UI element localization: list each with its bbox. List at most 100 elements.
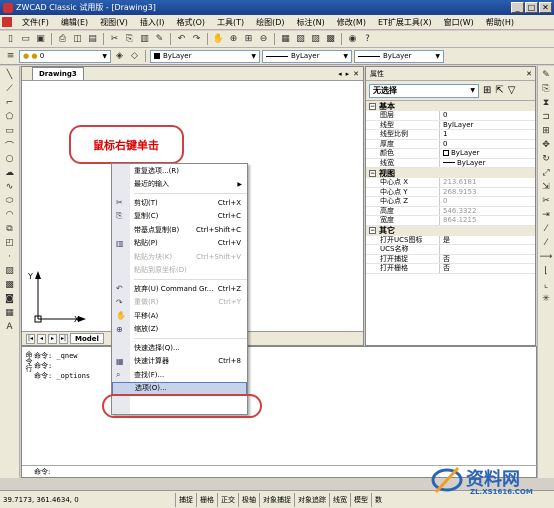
chamfer-icon[interactable]: ⌊ [539, 265, 553, 277]
extend-icon[interactable]: ⇥ [539, 209, 553, 221]
fillet-icon[interactable]: ⌞ [539, 279, 553, 291]
osnap-toggle[interactable]: 对象捕捉 [259, 492, 294, 507]
context-menu-item[interactable]: 粘贴到原坐标(D) [112, 264, 247, 278]
model-toggle[interactable]: 模型 [350, 492, 371, 507]
copy-object-icon[interactable]: ⎘ [539, 83, 553, 95]
palette-close-icon[interactable]: ✕ [526, 70, 535, 78]
otrack-toggle[interactable]: 对象追踪 [294, 492, 329, 507]
menu-help[interactable]: 帮助(H) [480, 17, 520, 28]
doc-menu-icon[interactable] [2, 17, 12, 27]
region-icon[interactable]: ◙ [3, 293, 17, 305]
linetype-combo[interactable]: ByLayer ▼ [262, 49, 352, 63]
break-point-icon[interactable]: ⁄ [539, 223, 553, 235]
select-objects-icon[interactable]: ⇱ [495, 85, 503, 96]
explode-icon[interactable]: ✳ [539, 293, 553, 305]
toggle-pickadd-icon[interactable]: ⊞ [483, 85, 491, 96]
zoom-window-icon[interactable]: ⊞ [242, 33, 255, 46]
context-menu-item[interactable]: 粘贴为块(K) Ctrl+Shift+V [112, 250, 247, 264]
erase-icon[interactable]: ✎ [539, 69, 553, 81]
prop-row[interactable]: 打开栅格否 [366, 264, 535, 274]
menu-format[interactable]: 格式(O) [170, 17, 211, 28]
polygon-icon[interactable]: ⬠ [3, 111, 17, 123]
mirror-icon[interactable]: ⧗ [539, 97, 553, 109]
prev-tab-icon[interactable]: ◂ [37, 333, 46, 344]
gradient-icon[interactable]: ▩ [3, 279, 17, 291]
context-menu-item[interactable]: ▦ 快速计算器 Ctrl+8 [112, 355, 247, 369]
table-icon[interactable]: ▦ [3, 307, 17, 319]
cut-icon[interactable]: ✂ [108, 33, 121, 46]
menu-insert[interactable]: 插入(I) [134, 17, 171, 28]
xline-icon[interactable]: ⟋ [3, 83, 17, 95]
context-menu-item[interactable]: 快速选择(Q)... [112, 341, 247, 355]
menu-window[interactable]: 窗口(W) [438, 17, 480, 28]
spline-icon[interactable]: ∿ [3, 181, 17, 193]
move-icon[interactable]: ✥ [539, 139, 553, 151]
help-icon[interactable]: ? [361, 33, 374, 46]
ortho-toggle[interactable]: 正交 [217, 492, 238, 507]
quick-select-icon[interactable]: ▽ [508, 85, 516, 96]
copy-icon[interactable]: ⎘ [123, 33, 136, 46]
context-menu-item[interactable]: ↶ 放弃(U) Command Gr... Ctrl+Z [112, 282, 247, 296]
rotate-icon[interactable]: ↻ [539, 153, 553, 165]
arc-icon[interactable]: ⌒ [3, 139, 17, 152]
menu-file[interactable]: 文件(F) [16, 17, 55, 28]
undo-icon[interactable]: ↶ [175, 33, 188, 46]
context-menu-item[interactable]: ↷ 重做(R) Ctrl+Y [112, 296, 247, 310]
tab-drawing3[interactable]: Drawing3 [32, 67, 84, 80]
offset-icon[interactable]: ⊐ [539, 111, 553, 123]
scale-icon[interactable]: ⤢ [539, 167, 553, 179]
paste-icon[interactable]: ▥ [138, 33, 151, 46]
design-center-icon[interactable]: ▧ [294, 33, 307, 46]
context-menu-item[interactable]: ✋ 平移(A) [112, 309, 247, 323]
array-icon[interactable]: ⊞ [539, 125, 553, 137]
context-menu-item[interactable]: 带基点复制(B) Ctrl+Shift+C [112, 223, 247, 237]
rectangle-icon[interactable]: ▭ [3, 125, 17, 137]
color-combo[interactable]: ByLayer ▼ [150, 49, 260, 63]
zoom-previous-icon[interactable]: ⊖ [257, 33, 270, 46]
line-icon[interactable]: ╲ [3, 69, 17, 81]
first-tab-icon[interactable]: |◂ [26, 333, 35, 344]
close-button[interactable]: ✕ [539, 2, 552, 13]
sheet-set-icon[interactable]: ▩ [324, 33, 337, 46]
ellipse-arc-icon[interactable]: ◠ [3, 209, 17, 221]
redo-icon[interactable]: ↷ [190, 33, 203, 46]
print-icon[interactable]: ⎙ [56, 33, 69, 46]
make-current-icon[interactable]: ◈ [113, 50, 126, 63]
save-icon[interactable]: ▣ [34, 33, 47, 46]
next-tab-icon[interactable]: ▸ [48, 333, 57, 344]
minimize-button[interactable]: _ [511, 2, 524, 13]
tab-close-icon[interactable]: ✕ [353, 70, 359, 78]
trim-icon[interactable]: ✂ [539, 195, 553, 207]
tab-scroll-left-icon[interactable]: ◂ [338, 70, 342, 78]
ellipse-icon[interactable]: ⬭ [3, 195, 17, 207]
layer-manager-icon[interactable]: ≡ [4, 50, 17, 63]
hatch-icon[interactable]: ▨ [3, 265, 17, 277]
tab-scroll-right-icon[interactable]: ▸ [346, 70, 350, 78]
context-menu-item[interactable]: ✂ 剪切(T) Ctrl+X [112, 196, 247, 210]
lineweight-combo[interactable]: ByLayer ▼ [354, 49, 444, 63]
preview-icon[interactable]: ◫ [71, 33, 84, 46]
command-window[interactable]: 命令行 命令: _qnew 命令: 命令: _options 命令: [21, 346, 538, 478]
layer-combo[interactable]: ● ● 0 ▼ [19, 49, 111, 63]
menu-modify[interactable]: 修改(M) [331, 17, 372, 28]
menu-draw[interactable]: 绘图(D) [250, 17, 290, 28]
menu-dimension[interactable]: 标注(N) [291, 17, 331, 28]
context-menu-item[interactable]: ⎘ 复制(C) Ctrl+C [112, 210, 247, 224]
circle-icon[interactable]: ○ [3, 153, 17, 165]
tab-model[interactable]: Model [70, 333, 104, 344]
maximize-button[interactable]: □ [525, 2, 538, 13]
point-icon[interactable]: · [3, 251, 17, 263]
selection-combo[interactable]: 无选择 ▼ [369, 83, 479, 98]
context-menu-item[interactable]: ▥ 粘贴(P) Ctrl+V [112, 237, 247, 251]
zoom-realtime-icon[interactable]: ⊕ [227, 33, 240, 46]
context-menu-item[interactable]: ⊕ 缩放(Z) [112, 323, 247, 337]
menu-edit[interactable]: 编辑(E) [55, 17, 94, 28]
menu-et-tools[interactable]: ET扩展工具(X) [372, 17, 438, 28]
publish-icon[interactable]: ▤ [86, 33, 99, 46]
polyline-icon[interactable]: ⌐ [3, 97, 17, 109]
snap-toggle[interactable]: 捕捉 [175, 492, 196, 507]
menu-view[interactable]: 视图(V) [94, 17, 134, 28]
find-icon[interactable]: ◉ [346, 33, 359, 46]
match-properties-icon[interactable]: ✎ [153, 33, 166, 46]
join-icon[interactable]: ⟶ [539, 251, 553, 263]
